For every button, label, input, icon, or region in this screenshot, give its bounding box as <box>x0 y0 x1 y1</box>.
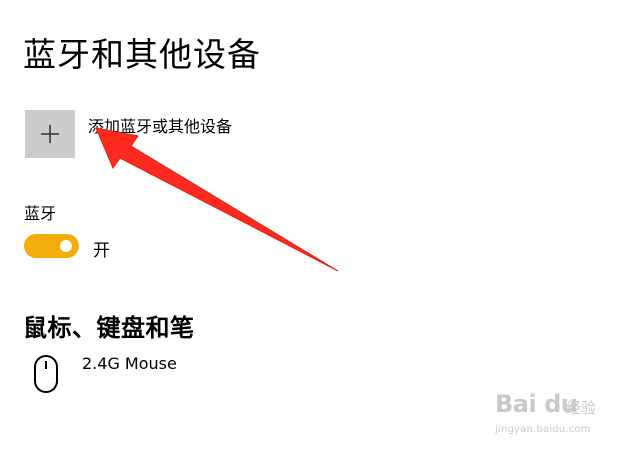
watermark-brand-cn: 经验 <box>566 399 597 417</box>
bluetooth-label: 蓝牙 <box>24 204 57 223</box>
watermark-url: jingyan.baidu.com <box>495 424 591 435</box>
bluetooth-toggle[interactable] <box>24 234 79 258</box>
page-title: 蓝牙和其他设备 <box>23 35 261 74</box>
toggle-knob <box>60 240 72 252</box>
mouse-keyboard-pen-heading: 鼠标、键盘和笔 <box>23 314 195 342</box>
mouse-icon <box>34 355 58 393</box>
bluetooth-toggle-state: 开 <box>93 241 110 261</box>
device-item-mouse[interactable]: 2.4G Mouse <box>30 353 330 397</box>
device-name: 2.4G Mouse <box>82 354 177 373</box>
plus-icon <box>41 125 59 143</box>
add-device-button[interactable] <box>25 110 75 158</box>
add-device-label[interactable]: 添加蓝牙或其他设备 <box>88 113 232 137</box>
watermark-brand: Bai du <box>495 390 578 418</box>
baidu-watermark: Bai du 经验 jingyan.baidu.com <box>495 382 615 442</box>
